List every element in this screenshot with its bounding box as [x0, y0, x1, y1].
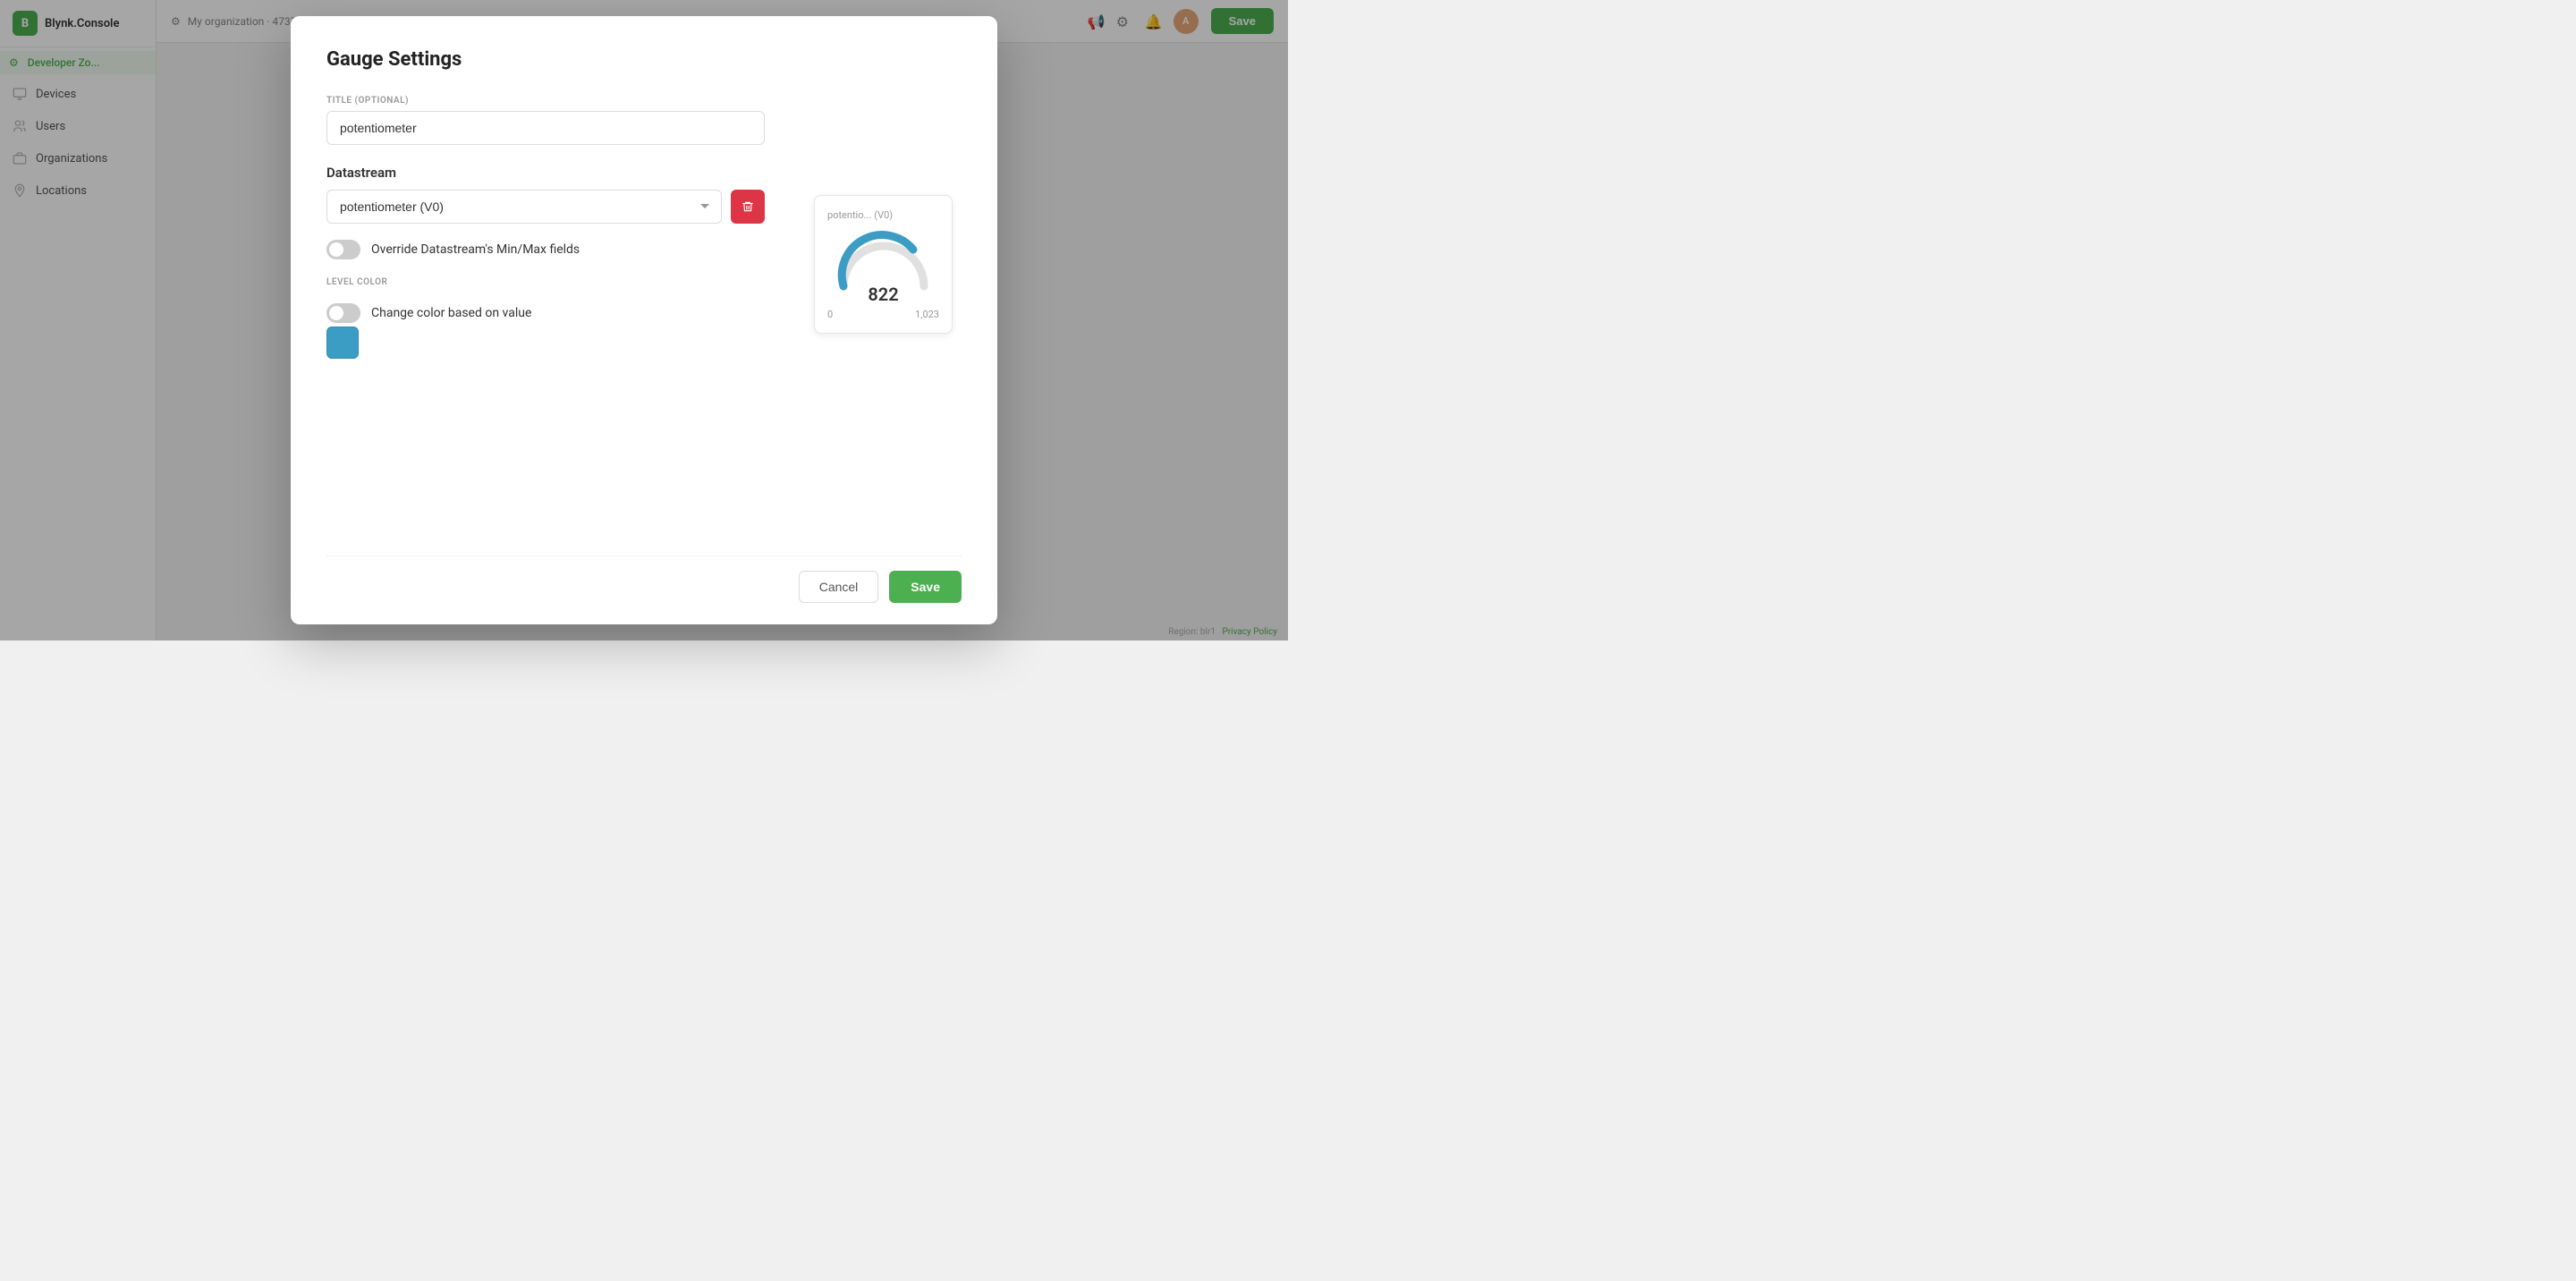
change-color-toggle[interactable] — [326, 303, 360, 323]
trash-icon — [741, 200, 754, 213]
modal-footer: Cancel Save — [326, 556, 962, 603]
modal-title: Gauge Settings — [326, 48, 962, 71]
title-label: TITLE (OPTIONAL) — [326, 96, 962, 106]
gauge-min: 0 — [827, 309, 833, 320]
delete-datastream-button[interactable] — [731, 190, 765, 224]
change-color-toggle-slider — [326, 303, 360, 323]
change-color-label: Change color based on value — [371, 306, 531, 320]
title-input[interactable] — [326, 111, 765, 145]
gauge-preview-title: potentio... (V0) — [827, 208, 939, 221]
datastream-row: potentiometer (V0) — [326, 190, 765, 224]
override-label: Override Datastream's Min/Max fields — [371, 242, 580, 257]
color-swatch[interactable] — [326, 327, 359, 359]
modal-overlay: Gauge Settings TITLE (OPTIONAL) Datastre… — [0, 0, 1288, 640]
datastream-section-title: Datastream — [326, 165, 962, 181]
gauge-preview-tag: (V0) — [874, 209, 893, 221]
gauge-preview-card: potentio... (V0) 822 0 1,023 — [814, 195, 953, 334]
gauge-value: 822 — [868, 284, 898, 305]
save-button[interactable]: Save — [889, 571, 962, 603]
override-toggle[interactable] — [326, 240, 360, 259]
override-toggle-slider — [326, 240, 360, 259]
gauge-range: 0 1,023 — [827, 309, 939, 320]
datastream-select[interactable]: potentiometer (V0) — [326, 190, 722, 224]
gauge-svg-wrap: 822 0 1,023 — [827, 228, 939, 320]
gauge-svg — [835, 228, 933, 291]
gauge-max: 1,023 — [915, 309, 939, 320]
cancel-button[interactable]: Cancel — [799, 571, 879, 603]
gauge-settings-modal: Gauge Settings TITLE (OPTIONAL) Datastre… — [291, 16, 997, 624]
